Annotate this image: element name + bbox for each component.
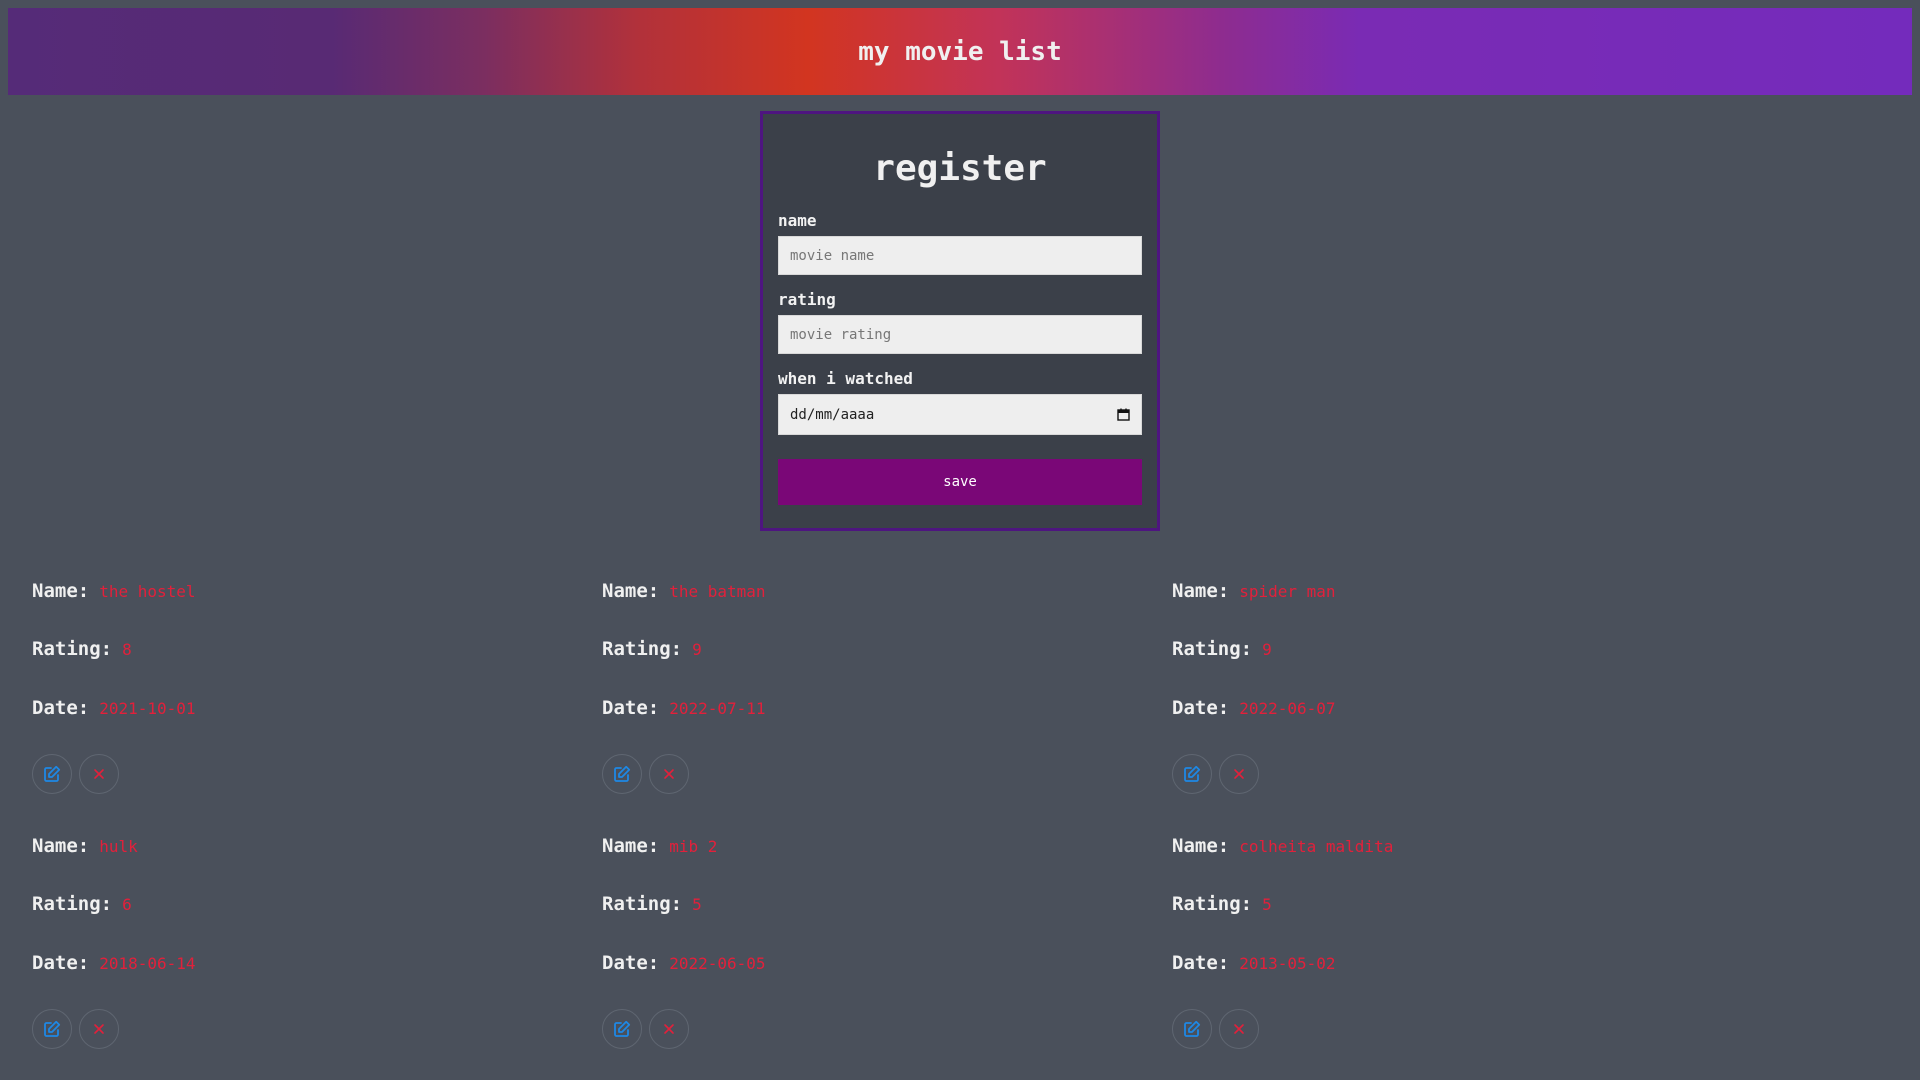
movie-card: Name: spider man Rating: 9 Date: 2022-06-07 (1172, 580, 1692, 820)
name-label: name (778, 211, 817, 230)
movie-rating-row: Rating: 9 (1172, 638, 1272, 660)
close-icon (1232, 767, 1246, 781)
delete-button[interactable] (1219, 754, 1259, 794)
movie-name-value: mib 2 (669, 837, 718, 856)
movie-rating-row: Rating: 5 (1172, 893, 1272, 915)
movie-name-row: Name: the hostel (32, 580, 196, 602)
movie-date-row: Date: 2021-10-01 (32, 697, 196, 719)
movie-card: Name: colheita maldita Rating: 5 Date: 2013-0… (1172, 835, 1692, 1075)
movie-date-row: Date: 2022-07-11 (602, 697, 766, 719)
movie-name-label: Name: (32, 580, 90, 602)
movie-name-value: spider man (1239, 582, 1336, 601)
app-title: my movie list (858, 36, 1062, 67)
close-icon (1232, 1022, 1246, 1036)
movie-card: Name: mib 2 Rating: 5 Date: 2022-06-05 (602, 835, 1122, 1075)
date-placeholder: dd/mm/aaaa (790, 406, 875, 423)
movie-date-label: Date: (32, 697, 90, 719)
edit-button[interactable] (1172, 754, 1212, 794)
movie-name-value: hulk (99, 837, 138, 856)
movie-rating-value: 8 (122, 640, 132, 659)
date-label: when i watched (778, 369, 913, 388)
movie-rating-label: Rating: (1172, 893, 1253, 915)
movie-name-value: the batman (669, 582, 766, 601)
movie-date-value: 2022-07-11 (669, 699, 766, 718)
movie-name-label: Name: (602, 580, 660, 602)
close-icon (92, 1022, 106, 1036)
movie-rating-value: 5 (692, 895, 702, 914)
movie-name-label: Name: (32, 835, 90, 857)
movie-date-value: 2022-06-05 (669, 954, 766, 973)
movie-rating-value: 9 (1262, 640, 1272, 659)
movie-rating-row: Rating: 5 (602, 893, 702, 915)
edit-button[interactable] (602, 1009, 642, 1049)
movie-name-label: Name: (602, 835, 660, 857)
movie-date-label: Date: (1172, 952, 1230, 974)
app-header: my movie list (8, 8, 1912, 95)
movie-date-value: 2013-05-02 (1239, 954, 1336, 973)
edit-button[interactable] (32, 1009, 72, 1049)
movie-name-row: Name: spider man (1172, 580, 1336, 602)
delete-button[interactable] (649, 1009, 689, 1049)
movie-name-row: Name: hulk (32, 835, 138, 857)
edit-icon (1183, 765, 1201, 783)
edit-icon (43, 765, 61, 783)
movie-date-label: Date: (1172, 697, 1230, 719)
movie-rating-row: Rating: 8 (32, 638, 132, 660)
calendar-icon[interactable] (1117, 408, 1130, 421)
movie-name-row: Name: the batman (602, 580, 766, 602)
close-icon (92, 767, 106, 781)
register-form: register name rating when i watched dd/m… (760, 111, 1160, 531)
delete-button[interactable] (1219, 1009, 1259, 1049)
edit-icon (43, 1020, 61, 1038)
movie-rating-label: Rating: (32, 638, 113, 660)
movie-name-value: colheita maldita (1239, 837, 1394, 856)
movie-date-label: Date: (602, 952, 660, 974)
movie-rating-row: Rating: 6 (32, 893, 132, 915)
movie-name-value: the hostel (99, 582, 196, 601)
movie-rating-input[interactable] (778, 315, 1142, 354)
movie-rating-row: Rating: 9 (602, 638, 702, 660)
form-title: register (873, 148, 1047, 189)
movie-card: Name: the batman Rating: 9 Date: 2022-07-11 (602, 580, 1122, 820)
rating-label: rating (778, 290, 836, 309)
delete-button[interactable] (79, 1009, 119, 1049)
movie-date-row: Date: 2022-06-05 (602, 952, 766, 974)
movie-name-input[interactable] (778, 236, 1142, 275)
edit-button[interactable] (32, 754, 72, 794)
movie-date-row: Date: 2022-06-07 (1172, 697, 1336, 719)
movie-date-label: Date: (32, 952, 90, 974)
delete-button[interactable] (79, 754, 119, 794)
movie-date-value: 2018-06-14 (99, 954, 196, 973)
edit-icon (1183, 1020, 1201, 1038)
movie-rating-value: 6 (122, 895, 132, 914)
save-button[interactable]: save (778, 459, 1142, 505)
movie-rating-value: 5 (1262, 895, 1272, 914)
movie-rating-label: Rating: (602, 893, 683, 915)
movie-date-label: Date: (602, 697, 660, 719)
movie-rating-label: Rating: (602, 638, 683, 660)
movie-rating-label: Rating: (1172, 638, 1253, 660)
movie-card: Name: hulk Rating: 6 Date: 2018-06-14 (32, 835, 552, 1075)
movie-name-label: Name: (1172, 580, 1230, 602)
movie-rating-label: Rating: (32, 893, 113, 915)
movie-name-label: Name: (1172, 835, 1230, 857)
movie-rating-value: 9 (692, 640, 702, 659)
movie-name-row: Name: mib 2 (602, 835, 717, 857)
watched-date-input[interactable]: dd/mm/aaaa (778, 394, 1142, 435)
movie-date-row: Date: 2018-06-14 (32, 952, 196, 974)
close-icon (662, 1022, 676, 1036)
edit-button[interactable] (602, 754, 642, 794)
movie-date-value: 2022-06-07 (1239, 699, 1336, 718)
edit-icon (613, 1020, 631, 1038)
delete-button[interactable] (649, 754, 689, 794)
edit-icon (613, 765, 631, 783)
edit-button[interactable] (1172, 1009, 1212, 1049)
close-icon (662, 767, 676, 781)
movie-card: Name: the hostel Rating: 8 Date: 2021-10-01 (32, 580, 552, 820)
movie-date-value: 2021-10-01 (99, 699, 196, 718)
movie-name-row: Name: colheita maldita (1172, 835, 1393, 857)
movie-date-row: Date: 2013-05-02 (1172, 952, 1336, 974)
